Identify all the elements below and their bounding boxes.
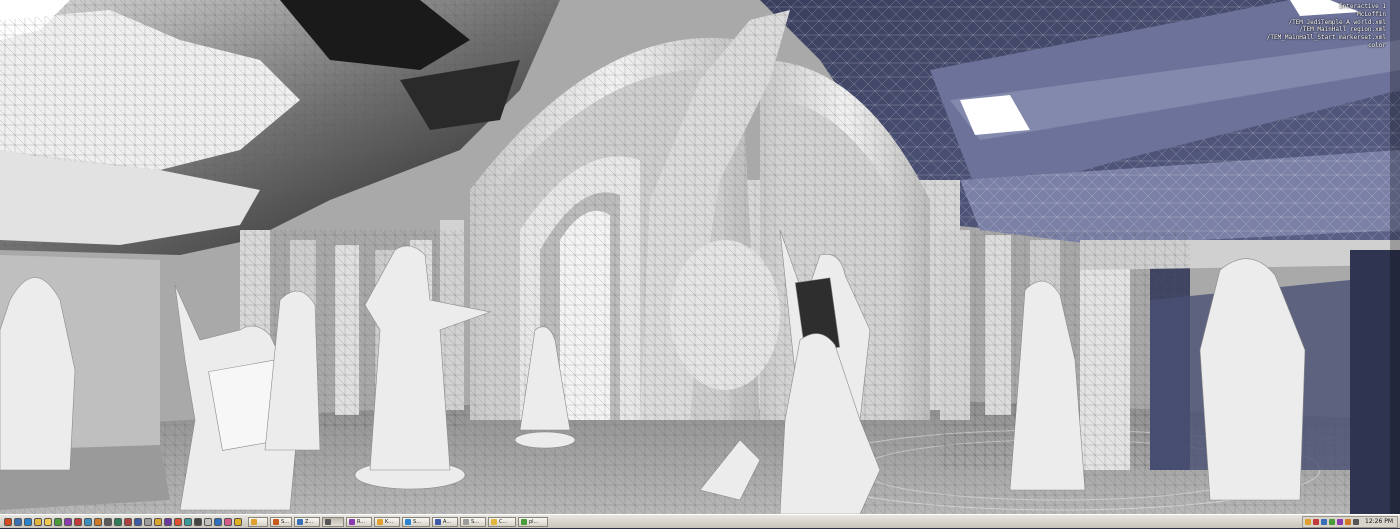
app-icon[interactable]	[194, 517, 202, 526]
overlay-line: McLoffin	[1357, 10, 1386, 18]
tray-icon[interactable]	[1329, 518, 1335, 525]
taskbar: S... Z... R... K... S... A... S... C... pl... 12…	[0, 514, 1400, 528]
app-icon	[405, 518, 411, 525]
media-icon[interactable]	[54, 517, 62, 526]
desktop-icon[interactable]	[14, 517, 22, 526]
app-icon	[463, 518, 469, 525]
app-icon	[273, 518, 279, 525]
app-icon[interactable]	[134, 517, 142, 526]
taskbar-button-label: R...	[357, 518, 366, 525]
taskbar-button[interactable]: pl...	[518, 516, 548, 527]
start-icon[interactable]	[4, 517, 12, 526]
app-icon[interactable]	[74, 517, 82, 526]
taskbar-button[interactable]: S...	[270, 516, 292, 527]
taskbar-button[interactable]: C...	[488, 516, 516, 527]
app-icon[interactable]	[234, 517, 242, 526]
app-icon[interactable]	[114, 517, 122, 526]
app-icon[interactable]	[64, 517, 72, 526]
tray-icon[interactable]	[1353, 518, 1359, 525]
system-tray: 12:26 PM	[1302, 515, 1398, 528]
quick-launch-bar	[0, 515, 242, 529]
taskbar-button-label: K...	[385, 518, 394, 525]
tray-icon[interactable]	[1345, 518, 1351, 525]
app-icon[interactable]	[174, 517, 182, 526]
taskbar-button[interactable]: Z...	[294, 516, 320, 527]
mail-icon[interactable]	[34, 517, 42, 526]
temple-render	[0, 0, 1400, 514]
app-icon[interactable]	[124, 517, 132, 526]
app-icon	[521, 518, 527, 525]
app-icon	[377, 518, 383, 525]
app-icon	[349, 518, 355, 525]
app-icon	[297, 518, 303, 525]
taskbar-button[interactable]	[248, 516, 268, 527]
taskbar-button-label: A...	[443, 518, 452, 525]
app-icon[interactable]	[154, 517, 162, 526]
tray-icons	[1305, 518, 1361, 525]
viewport-info-overlay: Interactive 1 McLoffin /TEM_JediTemple_A…	[1267, 3, 1386, 50]
taskbar-button[interactable]: S...	[460, 516, 486, 527]
taskbar-button[interactable]: A...	[432, 516, 458, 527]
tray-icon[interactable]	[1305, 518, 1311, 525]
app-icon[interactable]	[184, 517, 192, 526]
taskbar-button-label: S...	[281, 518, 289, 525]
3d-viewport[interactable]: Interactive 1 McLoffin /TEM_JediTemple_A…	[0, 0, 1400, 514]
taskbar-button[interactable]: K...	[374, 516, 400, 527]
taskbar-button-label: Z...	[305, 518, 314, 525]
app-icon[interactable]	[214, 517, 222, 526]
overlay-line: color	[1367, 41, 1386, 49]
overlay-line: Interactive 1	[1339, 3, 1386, 10]
taskbar-button-label: C...	[499, 518, 508, 525]
clock[interactable]: 12:26 PM	[1365, 518, 1393, 525]
tray-icon[interactable]	[1313, 518, 1319, 525]
app-icon	[325, 518, 331, 525]
taskbar-button[interactable]: R...	[346, 516, 372, 527]
tray-icon[interactable]	[1321, 518, 1327, 525]
taskbar-button-label: S...	[413, 518, 421, 525]
app-icon	[251, 518, 257, 525]
app-icon[interactable]	[94, 517, 102, 526]
taskbar-button[interactable]	[322, 516, 344, 527]
app-icon[interactable]	[224, 517, 232, 526]
overlay-line: /TEM_MainHall_Start markerset.xml	[1266, 34, 1386, 42]
taskbar-button[interactable]: S...	[402, 516, 430, 527]
taskbar-button-label: pl...	[529, 518, 539, 525]
taskbar-buttons: S... Z... R... K... S... A... S... C... pl...	[248, 515, 550, 529]
app-icon[interactable]	[144, 517, 152, 526]
app-icon	[491, 518, 497, 525]
taskbar-button-label: S...	[471, 518, 479, 525]
app-icon[interactable]	[164, 517, 172, 526]
app-icon[interactable]	[104, 517, 112, 526]
explorer-icon[interactable]	[44, 517, 52, 526]
app-icon[interactable]	[84, 517, 92, 526]
tray-icon[interactable]	[1337, 518, 1343, 525]
browser-icon[interactable]	[24, 517, 32, 526]
app-icon	[435, 518, 441, 525]
app-icon[interactable]	[204, 517, 212, 526]
